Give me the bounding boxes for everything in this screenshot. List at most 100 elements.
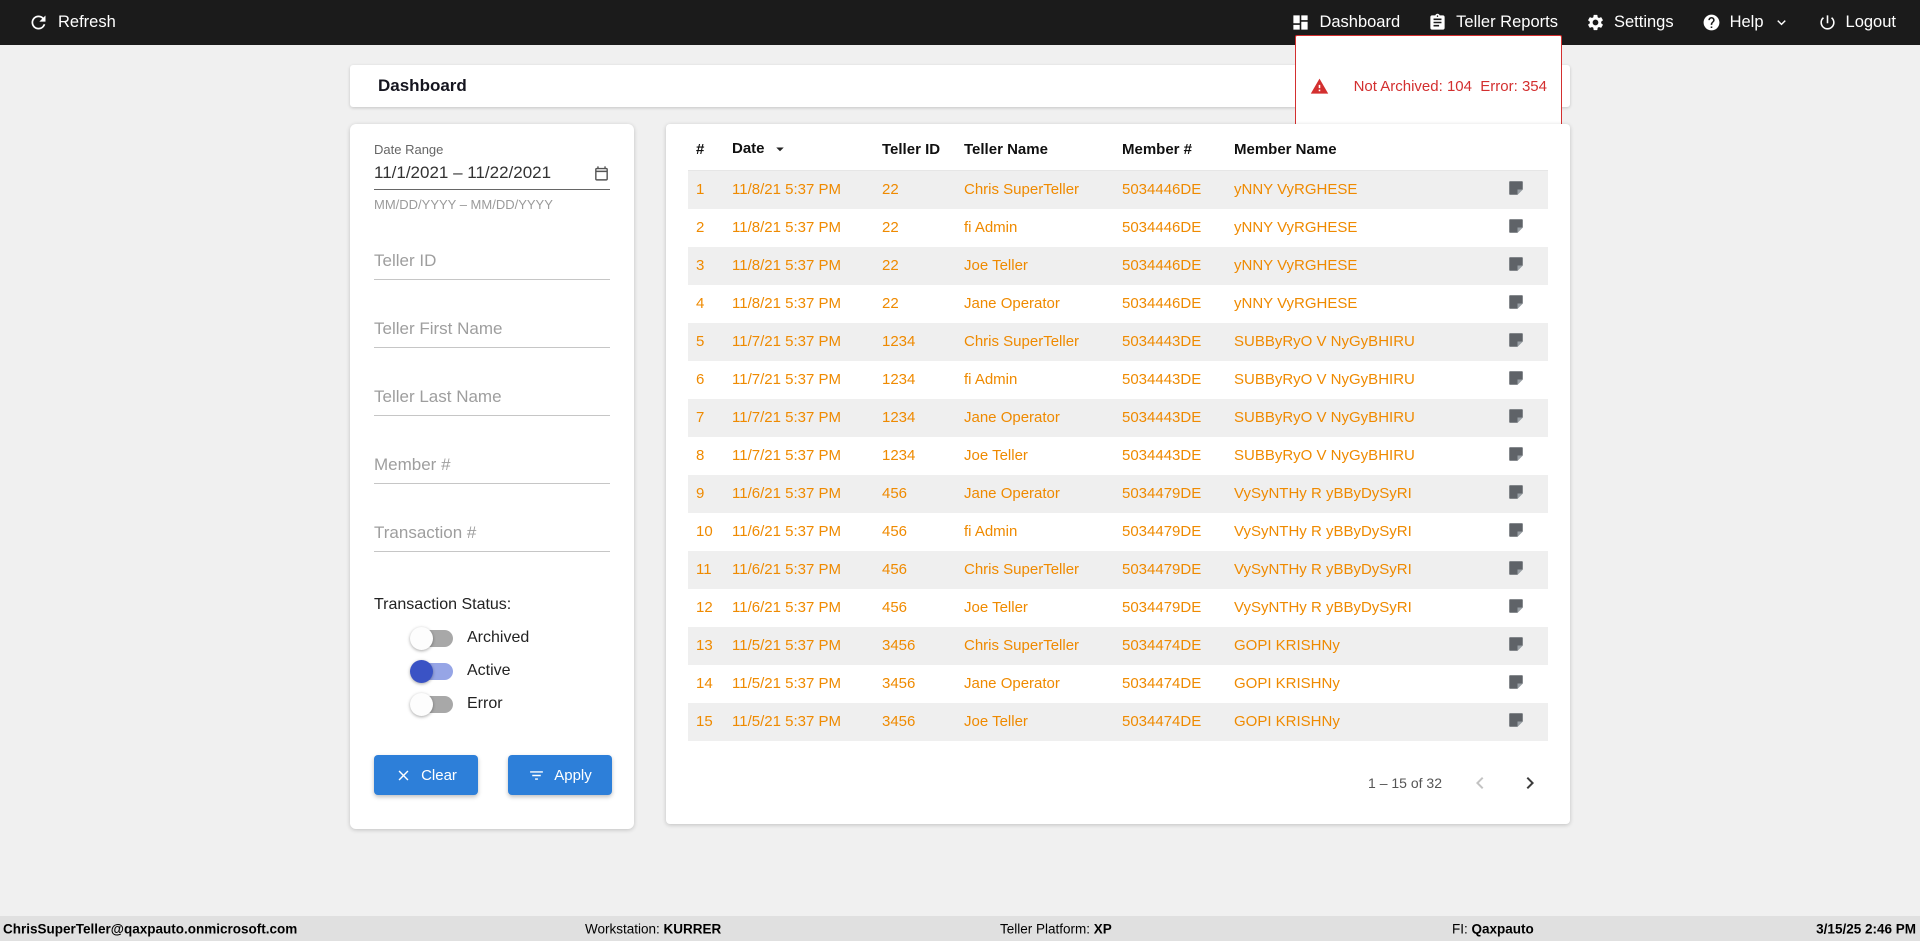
cell-teller-name: Jane Operator (964, 295, 1060, 312)
note-icon[interactable] (1507, 521, 1525, 539)
cell-member-number: 5034443DE (1122, 371, 1202, 388)
teller-first-name-input[interactable] (374, 310, 610, 348)
gear-icon (1586, 13, 1605, 32)
table-row[interactable]: 7 11/7/21 5:37 PM 1234 Jane Operator 503… (688, 398, 1548, 437)
note-icon[interactable] (1507, 483, 1525, 501)
page-title: Dashboard (378, 76, 467, 95)
cell-date: 11/7/21 5:37 PM (732, 447, 841, 464)
note-icon[interactable] (1507, 369, 1525, 387)
cell-member-name: SUBByRyO V NyGyBHIRU (1234, 371, 1415, 388)
date-range-input[interactable] (374, 163, 593, 183)
cell-teller-id: 1234 (882, 409, 916, 426)
cell-member-name: SUBByRyO V NyGyBHIRU (1234, 409, 1415, 426)
status-toggle[interactable] (410, 659, 453, 683)
cell-teller-name: fi Admin (964, 371, 1018, 388)
fi-value: Qaxpauto (1471, 921, 1534, 936)
transaction-number-input[interactable] (374, 514, 610, 552)
col-member-name[interactable]: Member Name (1226, 126, 1484, 171)
table-row[interactable]: 4 11/8/21 5:37 PM 22 Jane Operator 50344… (688, 285, 1548, 323)
cell-member-number: 5034479DE (1122, 599, 1202, 616)
calendar-icon[interactable] (593, 165, 610, 182)
status-toggle[interactable] (410, 692, 453, 716)
nav-settings[interactable]: Settings (1572, 0, 1688, 45)
table-row[interactable]: 11 11/6/21 5:37 PM 456 Chris SuperTeller… (688, 550, 1548, 589)
table-row[interactable]: 14 11/5/21 5:37 PM 3456 Jane Operator 50… (688, 665, 1548, 703)
table-row[interactable]: 1 11/8/21 5:37 PM 22 Chris SuperTeller 5… (688, 170, 1548, 209)
teller-last-name-input[interactable] (374, 378, 610, 416)
cell-teller-id: 22 (882, 181, 899, 199)
note-icon[interactable] (1507, 635, 1525, 653)
archive-error-alert[interactable]: Not Archived: 104 Error: 354 (1295, 34, 1562, 138)
cell-note (1484, 437, 1548, 475)
cell-note (1484, 285, 1548, 323)
status-toggle-row: Archived (410, 626, 610, 650)
cell-member-name: VySyNTHy R yBByDySyRI (1234, 485, 1412, 502)
cell-teller-name: Joe Teller (964, 599, 1028, 616)
note-icon[interactable] (1507, 673, 1525, 691)
note-icon[interactable] (1507, 407, 1525, 425)
member-number-input[interactable] (374, 446, 610, 484)
note-icon[interactable] (1507, 331, 1525, 349)
table-row[interactable]: 9 11/6/21 5:37 PM 456 Jane Operator 5034… (688, 474, 1548, 513)
note-icon[interactable] (1507, 293, 1525, 311)
cell-row-number: 12 (696, 599, 713, 616)
cell-teller-id: 456 (882, 523, 908, 540)
clear-button[interactable]: Clear (374, 755, 478, 795)
note-icon[interactable] (1507, 179, 1525, 197)
table-row[interactable]: 15 11/5/21 5:37 PM 3456 Joe Teller 50344… (688, 702, 1548, 741)
note-icon[interactable] (1507, 597, 1525, 615)
cell-member-name: yNNY VyRGHESE (1234, 219, 1358, 236)
cell-note (1484, 171, 1548, 209)
teller-platform-info: Teller Platform: XP (1000, 921, 1112, 936)
note-icon[interactable] (1507, 217, 1525, 235)
status-datetime: 3/15/25 2:46 PM (1816, 921, 1916, 936)
apply-button[interactable]: Apply (508, 755, 612, 795)
table-row[interactable]: 8 11/7/21 5:37 PM 1234 Joe Teller 503444… (688, 437, 1548, 475)
alert-text: Not Archived: 104 Error: 354 (1353, 77, 1547, 95)
col-date[interactable]: Date (724, 126, 874, 171)
cell-note (1484, 551, 1548, 589)
refresh-button[interactable]: Refresh (14, 0, 130, 45)
teller-id-input[interactable] (374, 242, 610, 280)
note-icon[interactable] (1507, 255, 1525, 273)
table-row[interactable]: 5 11/7/21 5:37 PM 1234 Chris SuperTeller… (688, 322, 1548, 361)
cell-teller-name: Joe Teller (964, 713, 1028, 730)
help-icon (1702, 13, 1721, 32)
nav-logout[interactable]: Logout (1804, 0, 1910, 45)
note-icon[interactable] (1507, 711, 1525, 729)
next-page-button[interactable] (1518, 771, 1542, 795)
cell-member-name: yNNY VyRGHESE (1234, 295, 1358, 312)
refresh-label: Refresh (58, 13, 116, 31)
cell-row-number: 5 (696, 333, 705, 350)
note-icon[interactable] (1507, 445, 1525, 463)
cell-date: 11/6/21 5:37 PM (732, 485, 841, 502)
cell-member-number: 5034479DE (1122, 485, 1202, 502)
cell-date: 11/5/21 5:37 PM (732, 637, 841, 654)
cell-date: 11/7/21 5:37 PM (732, 333, 841, 350)
col-teller-name[interactable]: Teller Name (956, 126, 1114, 171)
cell-row-number: 8 (696, 447, 705, 464)
cell-member-name: yNNY VyRGHESE (1234, 181, 1358, 199)
table-row[interactable]: 3 11/8/21 5:37 PM 22 Joe Teller 5034446D… (688, 246, 1548, 285)
table-row[interactable]: 10 11/6/21 5:37 PM 456 fi Admin 5034479D… (688, 513, 1548, 551)
cell-date: 11/6/21 5:37 PM (732, 561, 841, 578)
col-teller-id[interactable]: Teller ID (874, 126, 956, 171)
nav-help[interactable]: Help (1688, 0, 1804, 45)
cell-teller-id: 22 (882, 257, 899, 274)
status-toggle[interactable] (410, 626, 453, 650)
previous-page-button[interactable] (1468, 771, 1492, 795)
col-member-number[interactable]: Member # (1114, 126, 1226, 171)
table-row[interactable]: 13 11/5/21 5:37 PM 3456 Chris SuperTelle… (688, 626, 1548, 665)
table-row[interactable]: 2 11/8/21 5:37 PM 22 fi Admin 5034446DE … (688, 209, 1548, 247)
note-icon[interactable] (1507, 559, 1525, 577)
cell-teller-name: Chris SuperTeller (964, 181, 1080, 199)
table-header-row: # Date Teller ID Teller Name Member # Me… (688, 126, 1548, 171)
cell-row-number: 7 (696, 409, 705, 426)
table-row[interactable]: 6 11/7/21 5:37 PM 1234 fi Admin 5034443D… (688, 361, 1548, 399)
workstation-label: Workstation: (585, 921, 660, 936)
cell-teller-id: 3456 (882, 713, 916, 730)
cell-member-number: 5034446DE (1122, 257, 1202, 274)
table-row[interactable]: 12 11/6/21 5:37 PM 456 Joe Teller 503447… (688, 589, 1548, 627)
nav-logout-label: Logout (1845, 13, 1896, 31)
cell-member-number: 5034479DE (1122, 523, 1202, 540)
